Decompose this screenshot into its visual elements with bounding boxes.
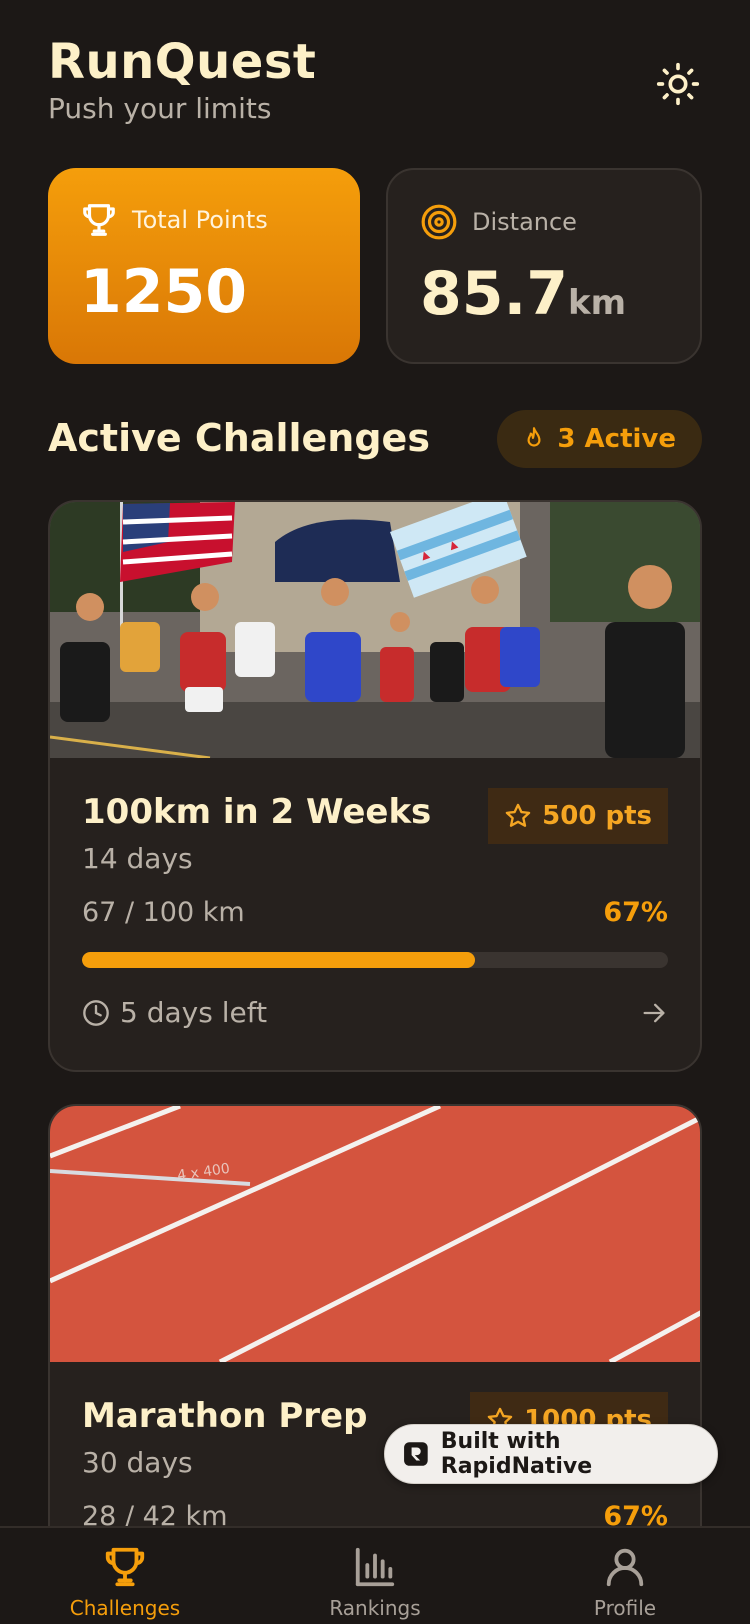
header: RunQuest Push your limits xyxy=(48,34,702,134)
app-subtitle: Push your limits xyxy=(48,92,272,125)
days-left: 5 days left xyxy=(82,996,267,1029)
section-title: Active Challenges xyxy=(48,416,430,460)
bottom-tab-bar: Challenges Rankings Profile xyxy=(0,1526,750,1624)
bar-chart-icon xyxy=(355,1547,395,1587)
clock-icon xyxy=(83,999,109,1026)
points-badge: 500 pts xyxy=(488,788,668,844)
distance-unit: km xyxy=(568,283,627,323)
trophy-icon xyxy=(105,1547,145,1587)
tab-label: Profile xyxy=(593,1596,657,1620)
marathon-runners-photo xyxy=(50,502,700,758)
challenge-duration: 14 days xyxy=(82,842,193,875)
progress-text: 67 / 100 km xyxy=(82,897,245,928)
distance-card[interactable]: Distance 85.7km xyxy=(386,168,702,364)
star-icon xyxy=(505,803,531,827)
arrow-right-icon[interactable] xyxy=(640,999,668,1027)
target-icon xyxy=(421,204,457,240)
trophy-icon xyxy=(83,204,115,236)
tab-label: Rankings xyxy=(329,1596,421,1620)
distance-value-row: 85.7km xyxy=(420,262,668,335)
app-title: RunQuest xyxy=(48,34,317,90)
tab-challenges[interactable]: Challenges xyxy=(25,1544,225,1620)
sun-icon xyxy=(656,62,700,106)
total-points-card[interactable]: Total Points 1250 xyxy=(48,168,360,364)
flame-icon xyxy=(527,427,541,447)
challenge-card[interactable]: 100km in 2 Weeks 14 days 500 pts 67 / 10… xyxy=(48,500,702,1072)
tab-label: Challenges xyxy=(69,1596,181,1620)
points-value: 1250 xyxy=(80,257,247,327)
progress-row: 67 / 100 km 67% xyxy=(82,897,668,928)
rapidnative-logo-icon xyxy=(404,1442,428,1466)
tab-rankings[interactable]: Rankings xyxy=(275,1544,475,1620)
active-count-badge: 3 Active xyxy=(497,410,702,468)
progress-percent: 67% xyxy=(603,897,668,928)
theme-toggle-button[interactable] xyxy=(654,60,702,108)
points-badge-text: 500 pts xyxy=(542,801,652,831)
points-label: Total Points xyxy=(132,206,268,234)
active-count-text: 3 Active xyxy=(557,424,676,454)
stats-row: Total Points 1250 Distance 85.7km xyxy=(48,168,702,364)
challenge-footer: 5 days left xyxy=(82,996,668,1029)
running-track-photo: 4 x 400 xyxy=(50,1106,700,1362)
progress-bar xyxy=(82,952,668,968)
section-header: Active Challenges 3 Active xyxy=(48,410,702,470)
days-left-text: 5 days left xyxy=(120,996,268,1029)
tab-profile[interactable]: Profile xyxy=(525,1544,725,1620)
built-with-text: Built with RapidNative xyxy=(440,1429,593,1479)
progress-bar-fill xyxy=(82,952,475,968)
built-with-badge[interactable]: Built with RapidNative xyxy=(384,1424,718,1484)
distance-label: Distance xyxy=(472,208,577,236)
distance-value: 85.7 xyxy=(420,259,569,329)
challenge-body: 100km in 2 Weeks 14 days 500 pts 67 / 10… xyxy=(50,758,700,1029)
user-icon xyxy=(606,1548,644,1587)
